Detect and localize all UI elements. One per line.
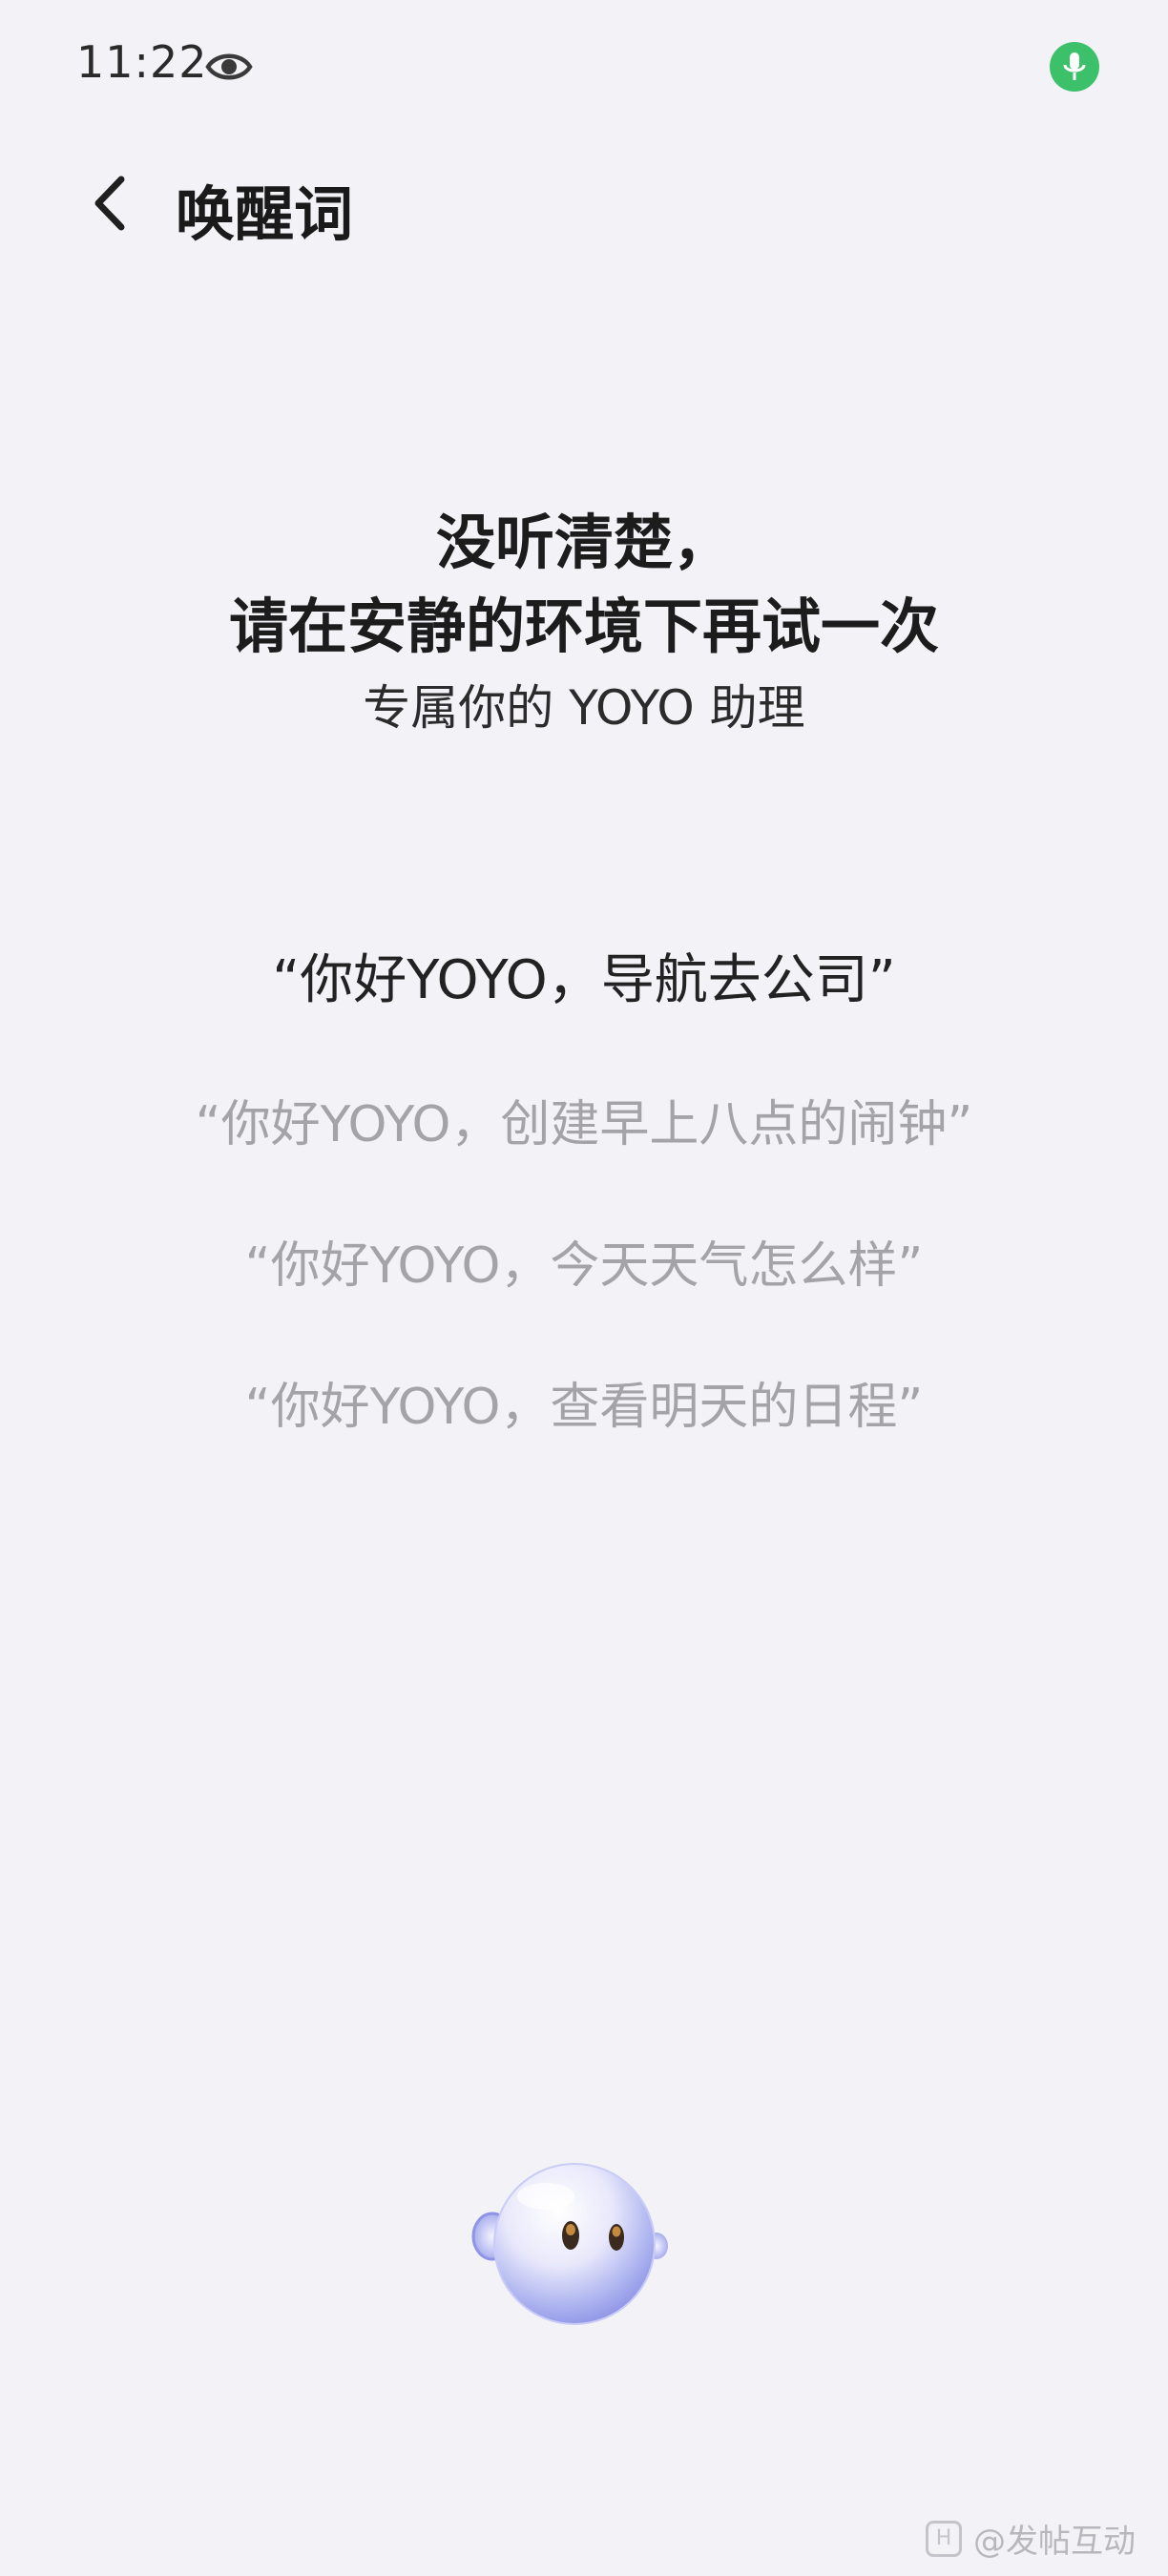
mic-active-indicator (1050, 42, 1099, 92)
yoyo-mascot-icon (471, 2163, 668, 2325)
header: 唤醒词 (0, 153, 1168, 258)
watermark-text: @发帖互动 (973, 2523, 1136, 2561)
page-title: 唤醒词 (176, 179, 354, 249)
wake-phrase-active: “你好YOYO，导航去公司” (272, 949, 896, 1011)
error-headline-line2: 请在安静的环境下再试一次 (228, 592, 939, 661)
chevron-left-icon (94, 176, 125, 231)
error-headline-line1: 没听清楚， (435, 508, 732, 577)
watermark-logo-icon: H (926, 2520, 962, 2557)
back-button[interactable] (76, 170, 143, 237)
mic-icon (1063, 52, 1086, 80)
wake-phrase-example: “你好YOYO，创建早上八点的闹钟” (195, 1096, 973, 1153)
status-time: 11:22 (76, 36, 208, 88)
watermark: H @发帖互动 (926, 2515, 1136, 2562)
assistant-subtitle: 专属你的 YOYO 助理 (363, 680, 805, 736)
wake-phrase-example: “你好YOYO，今天天气怎么样” (244, 1237, 924, 1295)
status-bar: 11:22 (0, 0, 1168, 134)
wake-phrase-example: “你好YOYO，查看明天的日程” (244, 1379, 924, 1436)
eye-icon (205, 53, 253, 80)
